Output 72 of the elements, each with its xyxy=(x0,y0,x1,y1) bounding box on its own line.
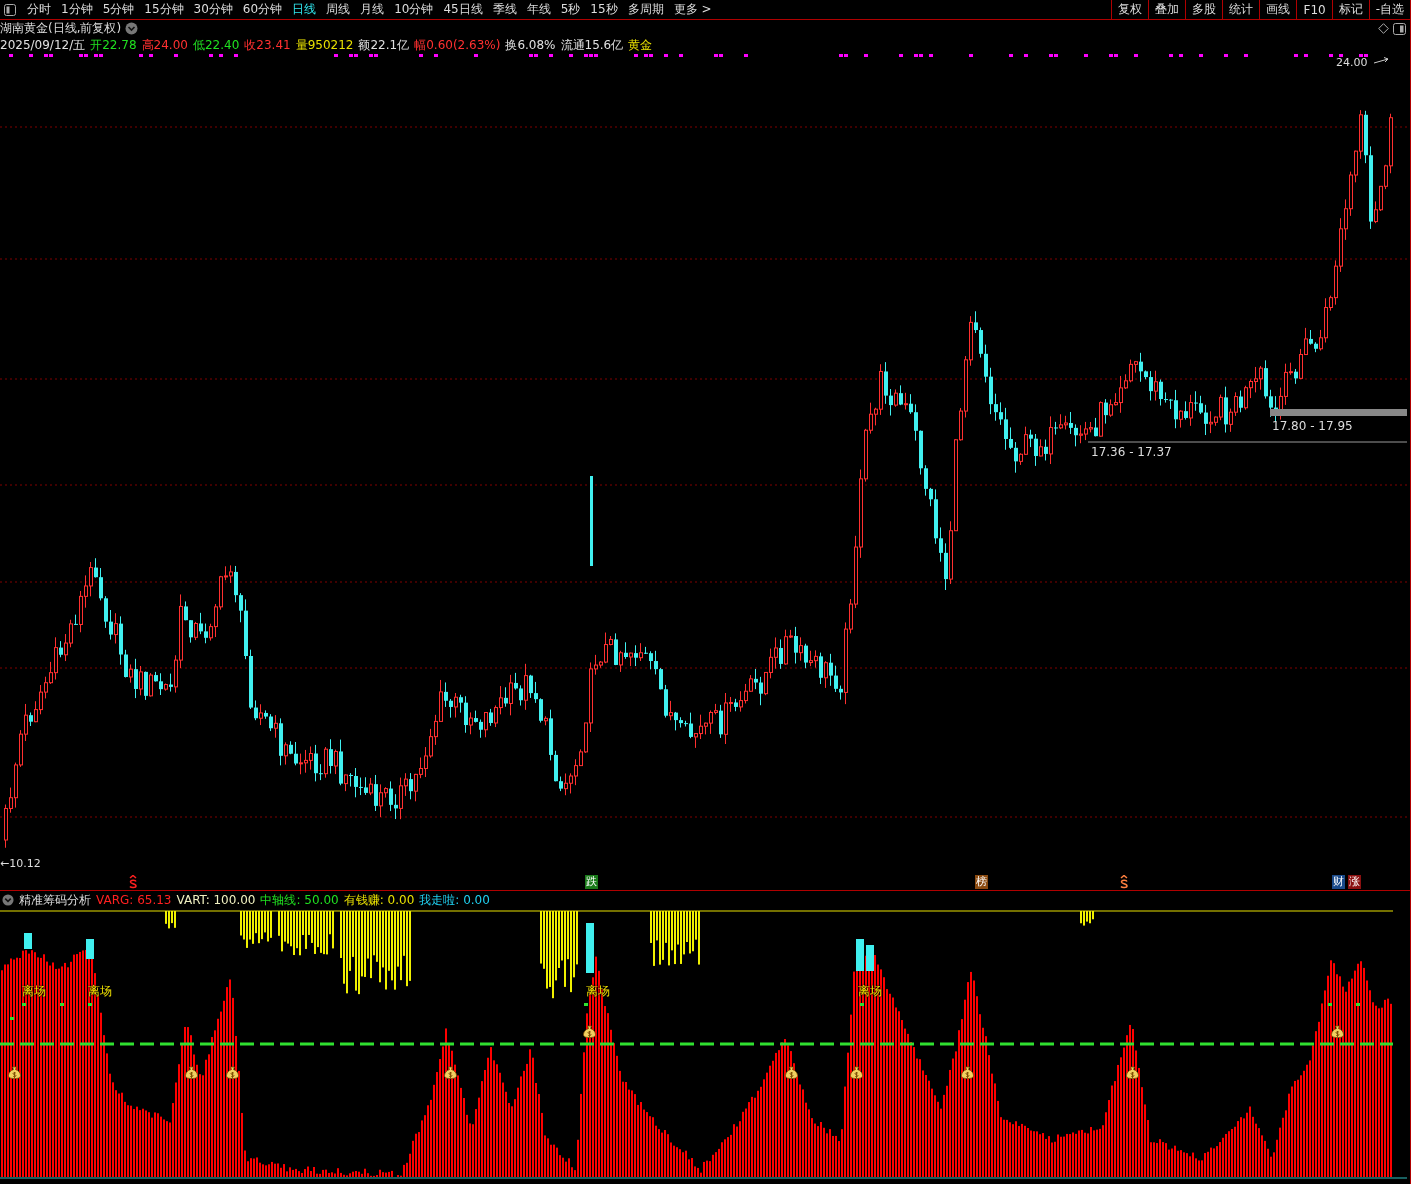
quote-value: 黄金 xyxy=(628,36,653,54)
hanging-bar-cluster xyxy=(165,911,176,929)
hanging-bar-cluster xyxy=(650,911,700,966)
chevron-down-icon[interactable] xyxy=(125,22,139,35)
event-badge: 财 xyxy=(1332,875,1345,889)
tool-button[interactable]: -自选 xyxy=(1368,0,1410,19)
period-tab[interactable]: 日线 xyxy=(287,0,322,19)
period-tab[interactable]: 15分钟 xyxy=(139,0,189,19)
diamond-icon[interactable] xyxy=(1378,23,1389,34)
period-tab[interactable]: 45日线 xyxy=(438,0,488,19)
indicator-value: 有钱赚: 0.00 xyxy=(343,891,415,909)
money-bag-icon xyxy=(1331,1025,1344,1038)
period-tab[interactable]: 年线 xyxy=(521,0,556,19)
period-tab[interactable]: 更多 > xyxy=(668,0,717,19)
period-tab[interactable]: 60分钟 xyxy=(237,0,288,19)
quote-value: 流通15.6亿 xyxy=(560,36,624,54)
tool-button[interactable]: 复权 xyxy=(1111,0,1149,19)
event-badge: 涨 xyxy=(1348,875,1361,889)
indicator-value: VART: 100.00 xyxy=(176,893,256,907)
side-panel-icon[interactable] xyxy=(1393,22,1406,35)
quote-value: 低22.40 xyxy=(192,36,240,54)
hanging-bar-cluster xyxy=(1080,911,1094,926)
money-bag-icon xyxy=(444,1066,457,1079)
money-bag-icon xyxy=(961,1066,974,1079)
period-tab[interactable]: 15秒 xyxy=(585,0,623,19)
quote-value: 开22.78 xyxy=(90,36,137,54)
money-bag-icon xyxy=(8,1066,21,1079)
price-range-label: 17.80 - 17.95 xyxy=(1272,419,1353,433)
quote-value: 收23.41 xyxy=(244,36,291,54)
quote-value: 额22.1亿 xyxy=(358,36,410,54)
money-bag-icon xyxy=(185,1066,198,1079)
high-price-label: 24.00 xyxy=(1336,56,1368,69)
period-tab[interactable]: 1分钟 xyxy=(56,0,98,19)
period-tab[interactable]: 月线 xyxy=(355,0,390,19)
chevron-down-icon[interactable] xyxy=(2,894,14,906)
hanging-bar-cluster xyxy=(278,911,334,956)
period-tab[interactable]: 5秒 xyxy=(555,0,586,19)
tool-button[interactable]: 多股 xyxy=(1185,0,1223,19)
quote-value: 幅0.60(2.63%) xyxy=(414,36,501,54)
arrow-icon xyxy=(1374,57,1390,65)
price-range-label: 17.36 - 17.37 xyxy=(1091,445,1172,459)
panel-toggle-icon[interactable] xyxy=(4,3,16,16)
hanging-bar-cluster xyxy=(240,911,272,948)
event-badge: 跌 xyxy=(585,875,598,889)
money-bag-icon xyxy=(785,1066,798,1079)
indicator-value: VARG: 65.13 xyxy=(96,893,172,907)
tool-button[interactable]: 标记 xyxy=(1331,0,1369,19)
tool-button[interactable]: F10 xyxy=(1296,0,1332,19)
quote-value: 2025/09/12/五 xyxy=(0,36,86,54)
quote-value: 高24.00 xyxy=(141,36,188,54)
period-tab[interactable]: 10分钟 xyxy=(389,0,439,19)
period-tab[interactable]: 分时 xyxy=(22,0,56,19)
quote-value: 换6.08% xyxy=(505,36,556,54)
money-bag-icon xyxy=(583,1025,596,1038)
quote-value: 量950212 xyxy=(295,36,354,54)
low-price-label: ←10.12 xyxy=(0,857,41,870)
period-tab[interactable]: 多周期 xyxy=(622,0,669,19)
period-tab[interactable]: 30分钟 xyxy=(188,0,238,19)
indicator-value: 我走啦: 0.00 xyxy=(419,891,490,909)
tool-button[interactable]: 统计 xyxy=(1222,0,1260,19)
indicator-name: 精准筹码分析 xyxy=(19,891,91,909)
stock-title: 湖南黄金(日线,前复权) xyxy=(0,20,122,37)
period-tab[interactable]: 季线 xyxy=(487,0,522,19)
indicator-value: 中轴线: 50.00 xyxy=(260,891,339,909)
period-tab[interactable]: 5分钟 xyxy=(97,0,140,19)
money-bag-icon xyxy=(1126,1066,1139,1079)
period-tab[interactable]: 周线 xyxy=(321,0,356,19)
tool-button[interactable]: 画线 xyxy=(1259,0,1297,19)
money-bag-icon xyxy=(850,1066,863,1079)
tool-button[interactable]: 叠加 xyxy=(1148,0,1186,19)
money-bag-icon xyxy=(226,1066,239,1079)
event-badge: 榜 xyxy=(975,875,988,889)
